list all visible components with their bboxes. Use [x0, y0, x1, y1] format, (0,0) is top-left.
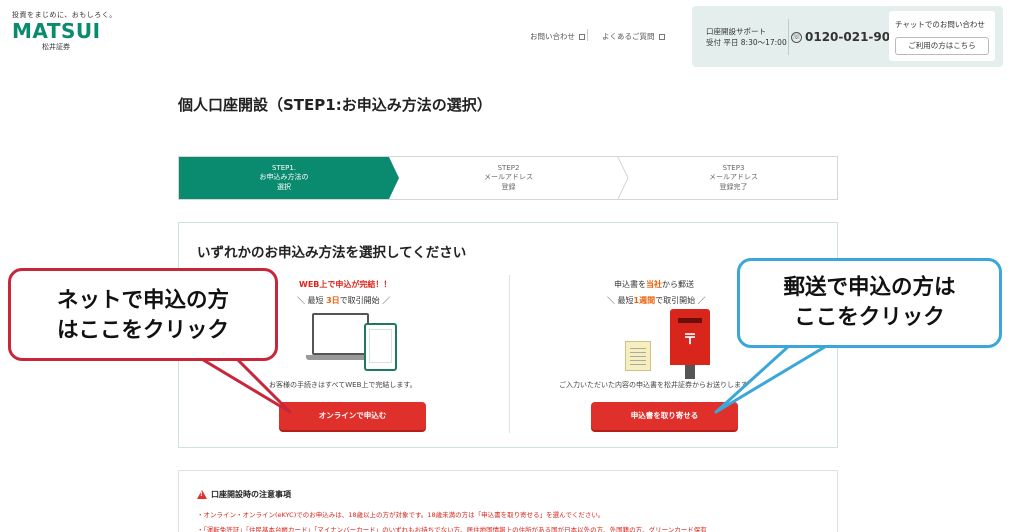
external-link-icon [658, 33, 665, 40]
mail-head-pre: 申込書を [614, 280, 646, 289]
mailbox-illustration: 〒 [670, 309, 710, 365]
warning-icon: ! [197, 490, 207, 499]
mail-sub-em: 1週間 [633, 296, 656, 305]
mail-description: ご入力いただいた内容の申込書を松井証券からお送りします。 [559, 381, 755, 389]
step-2-line1: メールアドレス [484, 173, 533, 182]
mail-headline: 申込書を当社から郵送 [614, 279, 694, 290]
notice-title: ! 口座開設時の注意事項 [197, 489, 291, 500]
online-sub-em: 3日 [326, 296, 340, 305]
support-hours: 受付 平日 8:30〜17:00 [706, 38, 787, 47]
step-2: STEP2 メールアドレス 登録 [401, 157, 616, 199]
document-illustration [625, 341, 651, 371]
logo-brand: MATSUI [12, 19, 101, 43]
request-form-button[interactable]: 申込書を取り寄せる [591, 402, 738, 430]
notice-title-text: 口座開設時の注意事項 [211, 490, 291, 499]
phone-icon: ☏ [791, 31, 802, 43]
step-3-line2: 登録完了 [719, 182, 748, 191]
chat-panel: チャットでのお問い合わせ ご利用の方はこちら [889, 11, 995, 61]
chat-title: チャットでのお問い合わせ [895, 20, 985, 29]
site-header: 投資をまじめに、おもしろく。 MATSUI 松井証券 お問い合わせ よくあるご質… [0, 0, 1024, 72]
online-sub-pre: ＼ 最短 [297, 296, 327, 305]
step-3: STEP3 メールアドレス 登録完了 [630, 157, 837, 199]
step-indicator: STEP1. お申込み方法の 選択 STEP2 メールアドレス 登録 STEP3… [178, 156, 838, 200]
step-2-arrow [617, 157, 629, 199]
notice-line-2: ・「運転免許証」「住民基本台帳カード」「マイナンバーカード」のいずれもお持ちでな… [197, 526, 707, 532]
support-box: 口座開設サポート 受付 平日 8:30〜17:00 ☏ 0120-021-906… [692, 6, 1003, 67]
notice-line-1: ・オンライン・オンライン(eKYC)でのお申込みは、18歳以上の方が対象です。1… [197, 511, 605, 519]
step-1-arrow [389, 157, 399, 199]
nav-faq-link[interactable]: よくあるご質問 [602, 31, 665, 42]
online-description: お客様の手続きはすべてWEB上で完結します。 [269, 381, 417, 389]
nav-faq-label: よくあるご質問 [602, 32, 655, 41]
support-title: 口座開設サポート [706, 27, 766, 36]
step-1-line2: 選択 [277, 182, 291, 191]
mail-head-em: 当社 [646, 280, 662, 289]
support-label: 口座開設サポート 受付 平日 8:30〜17:00 [706, 26, 787, 48]
step-1-line1: お申込み方法の [259, 173, 309, 182]
page: 投資をまじめに、おもしろく。 MATSUI 松井証券 お問い合わせ よくあるご質… [0, 0, 1024, 532]
online-headline: WEB上で申込が完結！！ [299, 280, 392, 289]
page-title: 個人口座開設（STEP1:お申込み方法の選択） [178, 96, 492, 114]
notice-box: ! 口座開設時の注意事項 ・オンライン・オンライン(eKYC)でのお申込みは、1… [178, 470, 838, 532]
right-callout-line1: 郵送で申込の方は [783, 275, 956, 300]
logo-sub: 松井証券 [42, 43, 70, 51]
mail-subline: ＼ 最短1週間で取引開始 ／ [607, 295, 706, 306]
left-callout-line1: ネットで申込の方 [56, 288, 229, 313]
mailbox-post [685, 365, 695, 379]
step-3-num: STEP3 [722, 163, 745, 172]
matsui-logo[interactable]: 投資をまじめに、おもしろく。 MATSUI 松井証券 [12, 10, 116, 52]
right-callout: 郵送で申込の方は ここをクリック [737, 258, 1002, 348]
apply-online-button[interactable]: オンラインで申込む [279, 402, 426, 430]
step-2-num: STEP2 [497, 163, 520, 172]
left-callout: ネットで申込の方 はここをクリック [8, 268, 278, 361]
laptop-illustration [312, 313, 369, 355]
mail-sub-pre: ＼ 最短 [607, 296, 634, 305]
step-3-line1: メールアドレス [709, 173, 758, 182]
online-subline: ＼ 最短 3日で取引開始 ／ [297, 295, 390, 306]
card-title: いずれかのお申込み方法を選択してください [197, 245, 467, 261]
step-1-num: STEP1. [271, 163, 297, 172]
phone-number[interactable]: ☏ 0120-021-906 [791, 30, 898, 44]
nav-contact-link[interactable]: お問い合わせ [530, 31, 585, 42]
mail-sub-post: で取引開始 ／ [655, 296, 706, 305]
step-1: STEP1. お申込み方法の 選択 [179, 157, 389, 199]
column-divider [509, 275, 510, 433]
nav-contact-label: お問い合わせ [530, 32, 575, 41]
postal-mark-icon: 〒 [683, 332, 697, 348]
chat-button[interactable]: ご利用の方はこちら [895, 37, 989, 55]
step-2-line2: 登録 [501, 182, 516, 191]
support-divider [788, 19, 789, 55]
mail-head-post: から郵送 [662, 280, 694, 289]
phone-number-text: 0120-021-906 [805, 30, 899, 44]
nav-divider [587, 29, 588, 41]
online-sub-post: で取引開始 ／ [339, 296, 391, 305]
left-callout-line2: はここをクリック [56, 318, 229, 343]
external-link-icon [579, 33, 585, 40]
smartphone-illustration [364, 323, 397, 371]
right-callout-line2: ここをクリック [794, 305, 945, 330]
